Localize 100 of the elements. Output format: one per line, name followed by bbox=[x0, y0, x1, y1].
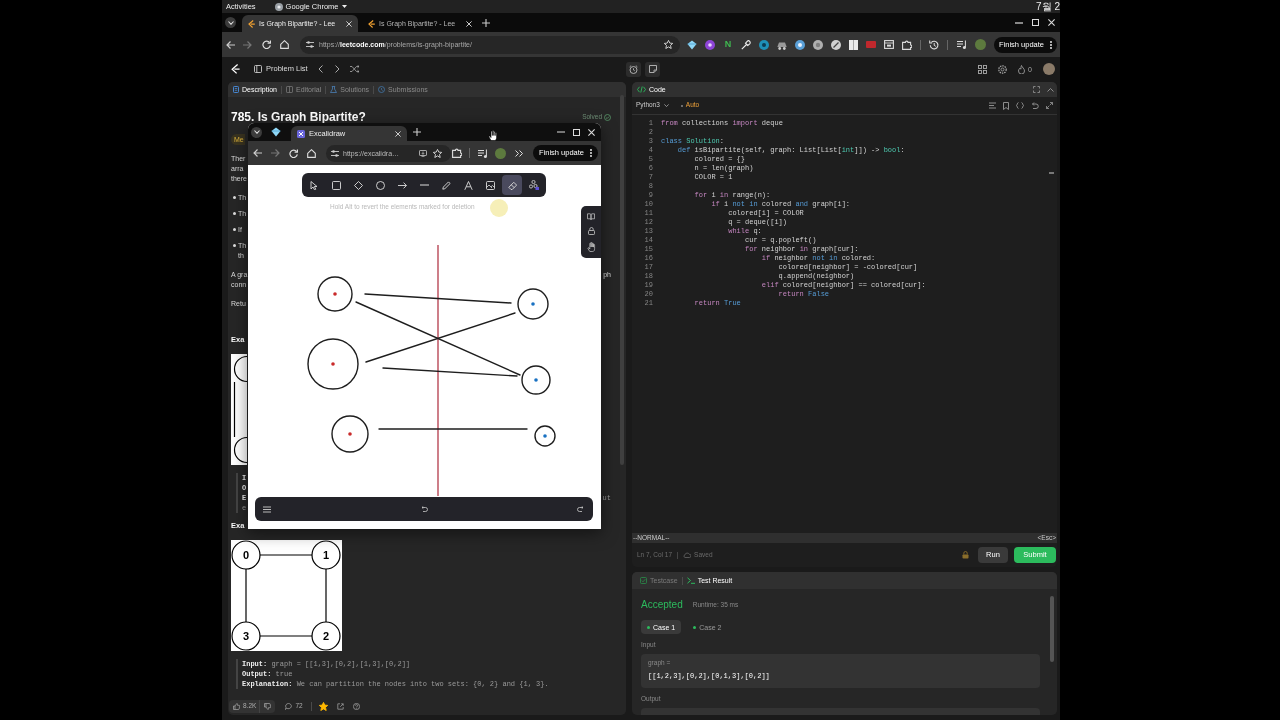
forward-icon[interactable] bbox=[243, 40, 252, 49]
status-dot-icon bbox=[693, 625, 697, 629]
scrollbar-thumb[interactable] bbox=[1049, 172, 1054, 174]
extension-button[interactable]: N bbox=[723, 40, 733, 49]
verdict: Accepted bbox=[641, 600, 683, 610]
scrollbar-thumb[interactable] bbox=[1050, 596, 1054, 662]
text-tool-icon bbox=[463, 180, 473, 190]
bookmark-icon[interactable] bbox=[1003, 101, 1009, 110]
sliders-icon[interactable] bbox=[331, 149, 339, 157]
notes-button[interactable] bbox=[645, 61, 660, 77]
settings-icon[interactable] bbox=[998, 64, 1008, 74]
hand-icon[interactable] bbox=[586, 241, 596, 252]
puzzle-icon[interactable] bbox=[452, 148, 462, 158]
avatar-icon[interactable] bbox=[975, 39, 986, 50]
lines-icon[interactable] bbox=[989, 102, 996, 109]
extension-icon[interactable] bbox=[705, 39, 715, 50]
timer-button[interactable] bbox=[626, 61, 641, 77]
reset-icon[interactable] bbox=[1031, 102, 1039, 109]
puzzle-icon[interactable] bbox=[902, 39, 912, 50]
extension-icon[interactable] bbox=[831, 39, 841, 50]
tab-list-button[interactable] bbox=[225, 17, 236, 28]
extension-icon[interactable] bbox=[795, 39, 805, 50]
logo-icon[interactable] bbox=[231, 64, 240, 74]
close-icon[interactable] bbox=[466, 20, 472, 27]
grid-icon[interactable] bbox=[978, 64, 988, 74]
graph-node: 3 bbox=[231, 621, 261, 651]
drop-icon[interactable] bbox=[1018, 64, 1026, 74]
undo-icon[interactable] bbox=[420, 506, 428, 512]
plus-icon[interactable] bbox=[413, 128, 421, 136]
avatar-icon[interactable] bbox=[1043, 63, 1055, 75]
chevron-right-icon[interactable] bbox=[334, 65, 340, 73]
gem-icon[interactable] bbox=[687, 39, 697, 50]
chevrons-right-icon[interactable] bbox=[515, 149, 523, 157]
lock-icon[interactable] bbox=[587, 226, 595, 235]
graph-edge bbox=[259, 554, 313, 556]
close-icon[interactable] bbox=[395, 130, 401, 137]
page-icon[interactable] bbox=[849, 39, 858, 50]
fullscreen-icon[interactable] bbox=[1033, 86, 1040, 93]
reload-icon[interactable] bbox=[262, 40, 271, 49]
redo-icon[interactable] bbox=[577, 506, 585, 512]
menu-icon[interactable] bbox=[263, 505, 271, 513]
chevron-left-icon[interactable] bbox=[317, 65, 323, 73]
chrome-icon bbox=[274, 2, 283, 11]
help-icon[interactable] bbox=[352, 702, 360, 710]
diamond-tool-icon bbox=[353, 180, 363, 190]
close-icon[interactable] bbox=[588, 128, 595, 136]
book-icon bbox=[286, 86, 293, 93]
graph-edge bbox=[233, 381, 236, 438]
reload-icon[interactable] bbox=[289, 148, 298, 158]
close-icon[interactable] bbox=[346, 20, 352, 27]
back-icon[interactable] bbox=[253, 149, 262, 157]
check-circle-icon bbox=[604, 113, 611, 121]
problem-title: 785. Is Graph Bipartite? bbox=[231, 111, 366, 123]
chevron-down-icon bbox=[253, 130, 260, 134]
shapes-tool-icon bbox=[529, 180, 539, 190]
plus-icon[interactable] bbox=[482, 18, 490, 27]
chevron-up-icon[interactable] bbox=[1047, 87, 1054, 92]
braces-icon[interactable] bbox=[1016, 102, 1024, 109]
open-book-icon[interactable] bbox=[587, 212, 595, 220]
shuffle-icon[interactable] bbox=[349, 65, 359, 73]
expand-icon[interactable] bbox=[1046, 102, 1053, 109]
playlist-icon[interactable] bbox=[478, 148, 488, 158]
avatar-icon[interactable] bbox=[495, 147, 506, 159]
tab-list-button[interactable] bbox=[251, 126, 262, 138]
window-icon[interactable] bbox=[884, 40, 894, 49]
history-icon[interactable] bbox=[929, 39, 939, 50]
star-icon[interactable] bbox=[664, 40, 673, 49]
star-icon[interactable] bbox=[318, 701, 328, 711]
eraser-tool-icon bbox=[507, 180, 517, 190]
minimize-icon[interactable] bbox=[1015, 21, 1023, 24]
bullet-icon bbox=[233, 227, 236, 231]
node-circle bbox=[331, 415, 369, 453]
logo-icon bbox=[248, 19, 255, 28]
dislike-button[interactable] bbox=[259, 699, 276, 713]
sliders-icon[interactable] bbox=[306, 41, 314, 48]
close-icon[interactable] bbox=[1048, 19, 1055, 26]
playlist-icon[interactable] bbox=[957, 40, 967, 49]
forward-icon[interactable] bbox=[271, 149, 280, 157]
home-icon[interactable] bbox=[280, 40, 289, 49]
node-circle bbox=[317, 276, 353, 312]
thumbs-up-icon bbox=[233, 702, 240, 710]
monitor-icon[interactable] bbox=[419, 149, 427, 157]
checkbox-icon bbox=[640, 577, 647, 584]
cursor-highlight bbox=[490, 199, 508, 217]
tool-button[interactable] bbox=[502, 175, 522, 195]
chevron-down-icon bbox=[663, 104, 669, 107]
gem-icon[interactable] bbox=[271, 127, 281, 137]
back-icon[interactable] bbox=[226, 40, 235, 49]
eyedropper-icon[interactable] bbox=[741, 39, 751, 50]
maximize-icon[interactable] bbox=[573, 128, 580, 136]
lock-icon[interactable] bbox=[962, 551, 969, 559]
maximize-icon[interactable] bbox=[1032, 19, 1039, 26]
extension-icon[interactable] bbox=[813, 39, 823, 50]
arrow-tool-icon bbox=[397, 181, 407, 189]
list-icon bbox=[254, 65, 262, 73]
home-icon[interactable] bbox=[307, 148, 316, 158]
share-icon[interactable] bbox=[336, 702, 344, 710]
note-icon bbox=[648, 65, 657, 73]
star-icon[interactable] bbox=[433, 148, 442, 158]
hand-cursor-icon bbox=[488, 130, 498, 141]
